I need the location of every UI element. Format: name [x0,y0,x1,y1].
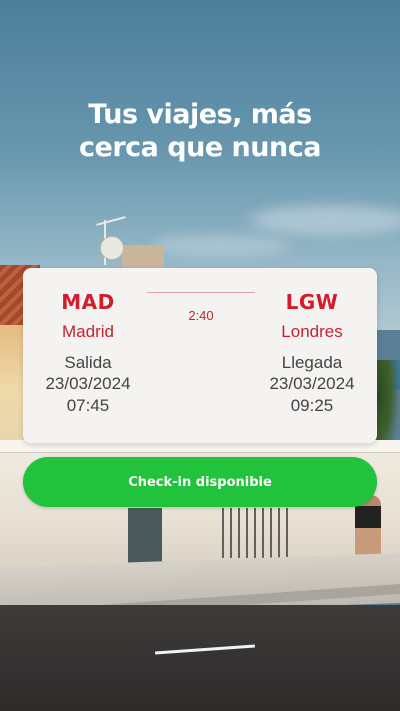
destination-code: LGW [285,290,339,314]
arrival-label: Llegada [281,353,343,372]
origin-city: Madrid [62,322,114,341]
departure-time: 07:45 [66,396,110,415]
flight-duration: 2:40 [188,308,214,323]
route-line [147,292,255,293]
origin-code: MAD [61,290,115,314]
chimney [122,245,164,270]
fence [222,508,288,558]
destination-city: Londres [281,322,343,341]
checkin-button[interactable]: Check-in disponible [23,457,377,507]
satellite-dish [100,236,124,260]
hero-title: Tus viajes, más cerca que nunca [0,98,400,164]
cloud [150,235,290,257]
hero-title-line-1: Tus viajes, más [88,99,312,130]
departure-date: 23/03/2024 [45,374,131,393]
flight-card[interactable]: MAD Madrid Salida 23/03/2024 07:45 2:40 … [23,268,377,443]
departure-label: Salida [64,353,112,372]
cloud [250,205,400,235]
gate [128,508,162,563]
hero-title-line-2: cerca que nunca [79,132,321,163]
arrival-time: 09:25 [290,396,334,415]
arrival-date: 23/03/2024 [269,374,355,393]
road [0,605,400,711]
